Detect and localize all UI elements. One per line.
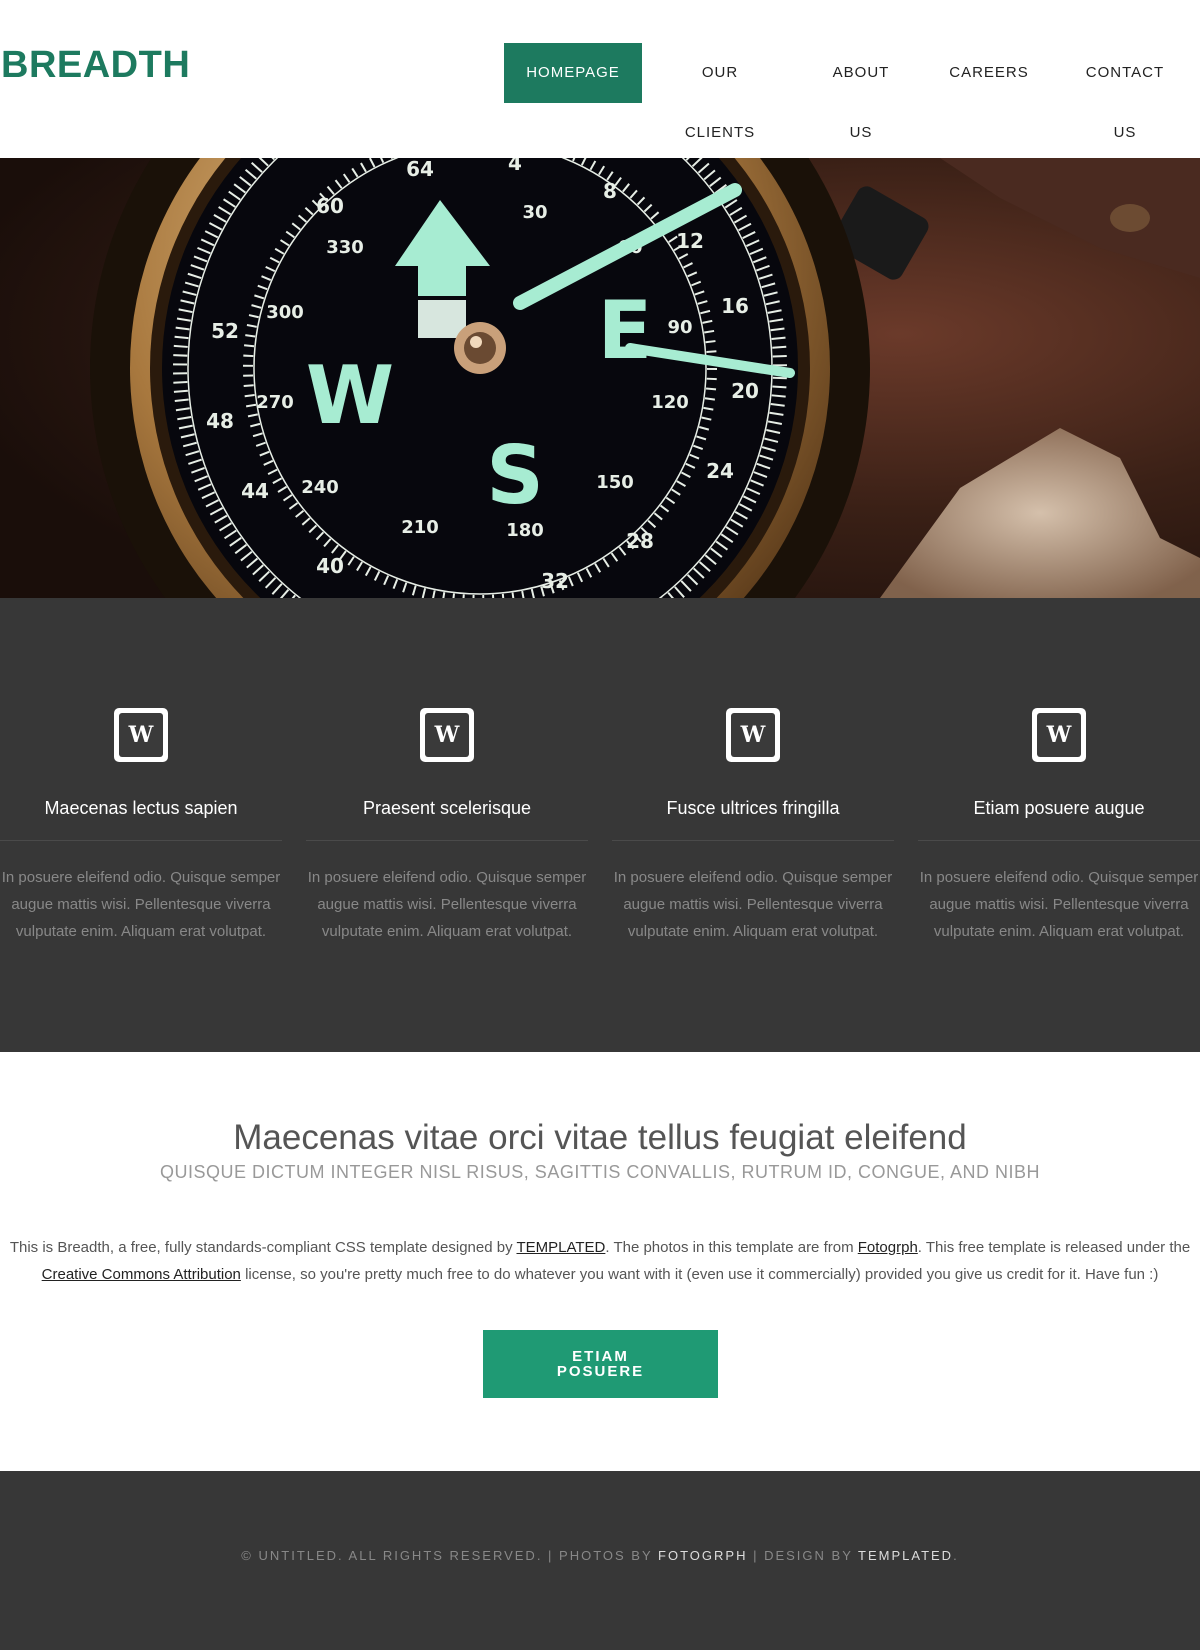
- nav-item-label-line2: US: [1113, 124, 1137, 141]
- main-body-text: This is Breadth, a free, fully standards…: [0, 1234, 1200, 1288]
- main-title: Maecenas vitae orci vitae tellus feugiat…: [233, 1118, 967, 1157]
- w-badge-glyph: W: [731, 713, 775, 757]
- svg-text:300: 300: [266, 302, 304, 323]
- svg-text:270: 270: [256, 392, 294, 413]
- compass-letter-s: S: [486, 429, 544, 522]
- svg-text:12: 12: [676, 229, 704, 253]
- compass-letter-w: W: [306, 349, 394, 442]
- svg-text:30: 30: [522, 202, 547, 223]
- w-badge-glyph: W: [119, 713, 163, 757]
- feature-text: In posuere eleifend odio. Quisque semper…: [307, 869, 587, 940]
- svg-text:32: 32: [541, 569, 569, 593]
- nav-item-label: ABOUT: [832, 64, 890, 81]
- w-badge-icon: W: [114, 708, 168, 762]
- fotogrph-link[interactable]: Fotogrph: [858, 1239, 918, 1256]
- w-badge-glyph: W: [1037, 713, 1081, 757]
- features-section: W Maecenas lectus sapien In posuere elei…: [0, 598, 1200, 1052]
- footer-templated-link[interactable]: TEMPLATED: [858, 1548, 953, 1563]
- svg-text:44: 44: [241, 479, 269, 503]
- svg-text:240: 240: [301, 477, 339, 498]
- svg-text:90: 90: [667, 317, 692, 338]
- site-header: BREADTH HOMEPAGE OUR CLIENTS ABOUT US CA…: [0, 0, 1200, 158]
- w-badge-icon: W: [1032, 708, 1086, 762]
- svg-text:52: 52: [211, 319, 239, 343]
- feature-card: W Etiam posuere augue In posuere eleifen…: [918, 708, 1200, 945]
- svg-text:48: 48: [206, 409, 234, 433]
- footer-fotogrph-link[interactable]: FOTOGRPH: [658, 1548, 747, 1563]
- compass-photo: 64 4 8 12 16 20 24 28 32 60 52 48 44 40 …: [0, 158, 1200, 598]
- svg-text:4: 4: [508, 158, 522, 175]
- creative-commons-link[interactable]: Creative Commons Attribution: [42, 1266, 241, 1283]
- svg-text:20: 20: [731, 379, 759, 403]
- nav-item-label: CAREERS: [949, 64, 1029, 81]
- svg-text:210: 210: [401, 517, 439, 538]
- svg-text:150: 150: [596, 472, 634, 493]
- cta-label-line2: POSUERE: [556, 1363, 645, 1380]
- feature-title: Maecenas lectus sapien: [44, 798, 238, 818]
- body-text-part: This is Breadth, a free, fully standards…: [9, 1239, 517, 1256]
- feature-text: In posuere eleifend odio. Quisque semper…: [613, 869, 893, 940]
- svg-text:16: 16: [721, 294, 749, 318]
- feature-card: W Praesent scelerisque In posuere eleife…: [306, 708, 588, 945]
- feature-divider: [0, 840, 282, 841]
- etiam-posuere-button[interactable]: ETIAM POSUERE: [483, 1330, 718, 1398]
- feature-divider: [918, 840, 1200, 841]
- compass-letter-e: E: [598, 284, 653, 377]
- nav-item-contact-us[interactable]: CONTACT US: [1058, 43, 1192, 163]
- templated-link[interactable]: TEMPLATED: [516, 1239, 605, 1256]
- body-text-part: . The photos in this template are from: [605, 1239, 858, 1256]
- site-footer: © UNTITLED. ALL RIGHTS RESERVED. | PHOTO…: [0, 1471, 1200, 1650]
- nav-item-careers[interactable]: CAREERS: [930, 43, 1048, 103]
- feature-card: W Fusce ultrices fringilla In posuere el…: [612, 708, 894, 945]
- svg-text:330: 330: [326, 237, 364, 258]
- hero-image: 64 4 8 12 16 20 24 28 32 60 52 48 44 40 …: [0, 158, 1200, 598]
- nav-item-label-line2: US: [849, 124, 873, 141]
- svg-text:180: 180: [506, 520, 544, 541]
- feature-divider: [612, 840, 894, 841]
- feature-text: In posuere eleifend odio. Quisque semper…: [1, 869, 281, 940]
- feature-card: W Maecenas lectus sapien In posuere elei…: [0, 708, 282, 945]
- svg-text:8: 8: [603, 179, 617, 203]
- nav-item-our-clients[interactable]: OUR CLIENTS: [650, 43, 790, 163]
- body-text-part: license, so you're pretty much free to d…: [240, 1266, 1159, 1283]
- nav-item-label: CONTACT: [1085, 64, 1165, 81]
- w-badge-icon: W: [726, 708, 780, 762]
- svg-text:24: 24: [706, 459, 734, 483]
- footer-text-part: .: [953, 1548, 959, 1563]
- nav-item-homepage[interactable]: HOMEPAGE: [504, 43, 642, 103]
- w-badge-glyph: W: [425, 713, 469, 757]
- nav-item-label-line2: CLIENTS: [684, 124, 756, 141]
- nav-item-about-us[interactable]: ABOUT US: [800, 43, 922, 163]
- feature-title: Fusce ultrices fringilla: [666, 798, 840, 818]
- main-section: Maecenas vitae orci vitae tellus feugiat…: [0, 1052, 1200, 1471]
- nav-item-label: OUR: [701, 64, 739, 81]
- feature-title: Praesent scelerisque: [362, 798, 532, 818]
- cta-label-line1: ETIAM: [572, 1348, 629, 1365]
- footer-text-part: | DESIGN BY: [747, 1548, 859, 1563]
- feature-text: In posuere eleifend odio. Quisque semper…: [919, 869, 1199, 940]
- svg-text:28: 28: [626, 529, 654, 553]
- main-subtitle: QUISQUE DICTUM INTEGER NISL RISUS, SAGIT…: [159, 1162, 1041, 1182]
- svg-text:60: 60: [316, 194, 344, 218]
- site-logo[interactable]: BREADTH: [1, 44, 190, 87]
- feature-title: Etiam posuere augue: [973, 798, 1145, 818]
- nav-item-label: HOMEPAGE: [526, 64, 620, 81]
- feature-divider: [306, 840, 588, 841]
- svg-text:120: 120: [651, 392, 689, 413]
- svg-text:64: 64: [406, 158, 434, 181]
- svg-text:40: 40: [316, 554, 344, 578]
- body-text-part: . This free template is released under t…: [917, 1239, 1191, 1256]
- footer-copyright: © UNTITLED. ALL RIGHTS RESERVED. | PHOTO…: [0, 1548, 1200, 1563]
- footer-text-part: © UNTITLED. ALL RIGHTS RESERVED. | PHOTO…: [241, 1548, 659, 1563]
- w-badge-icon: W: [420, 708, 474, 762]
